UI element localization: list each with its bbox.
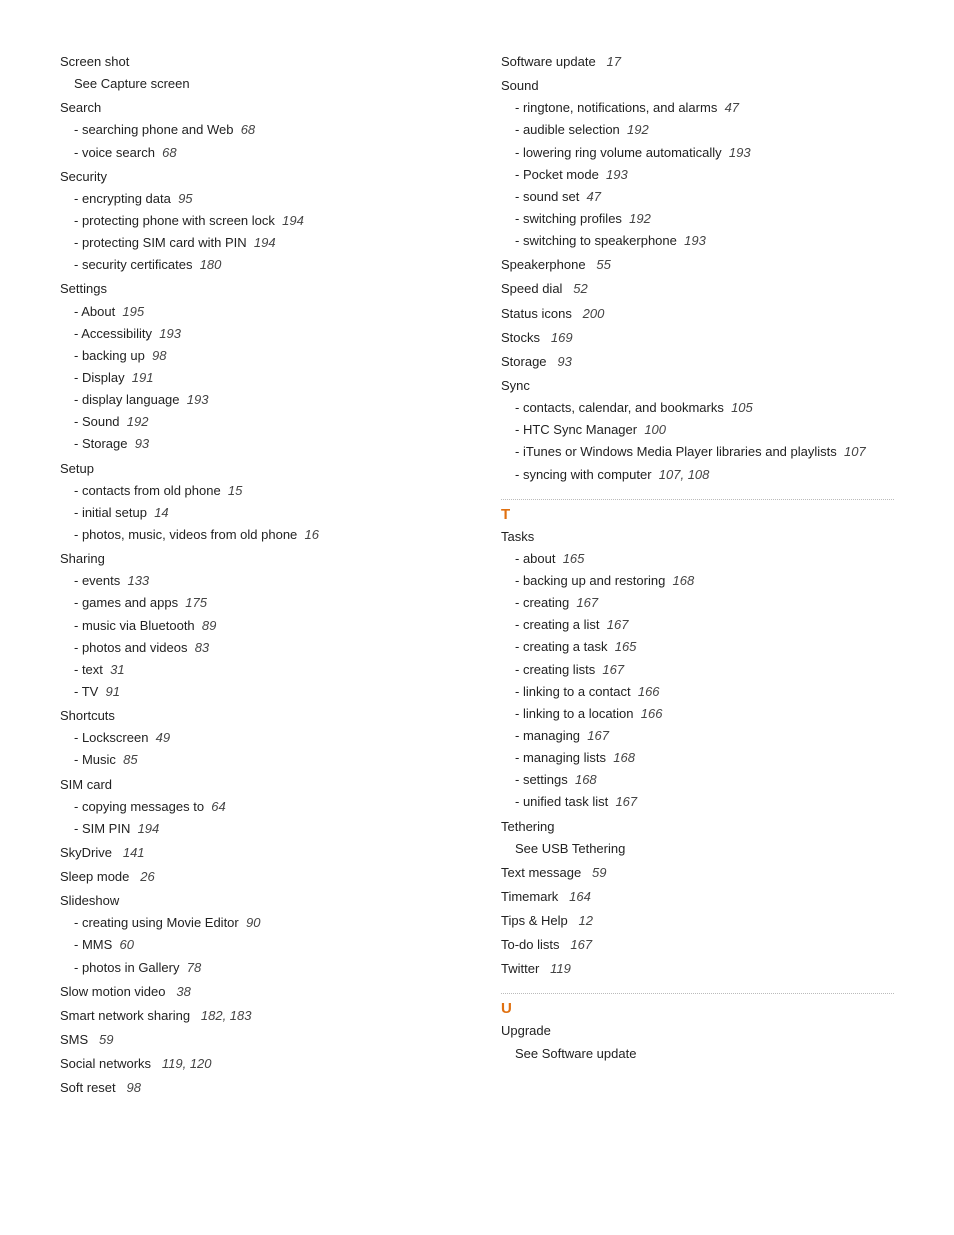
index-entry: Timemark 164 <box>501 887 894 907</box>
index-entry: Screen shot <box>60 52 453 72</box>
index-entry: - lowering ring volume automatically 193 <box>501 143 894 163</box>
index-entry: - switching to speakerphone 193 <box>501 231 894 251</box>
index-entry: - ringtone, notifications, and alarms 47 <box>501 98 894 118</box>
index-entry: Sleep mode 26 <box>60 867 453 887</box>
index-entry: - MMS 60 <box>60 935 453 955</box>
index-entry: - unified task list 167 <box>501 792 894 812</box>
index-entry: Upgrade <box>501 1021 894 1041</box>
index-entry: Slow motion video 38 <box>60 982 453 1002</box>
index-entry: - initial setup 14 <box>60 503 453 523</box>
index-entry: Status icons 200 <box>501 304 894 324</box>
index-entry: - TV 91 <box>60 682 453 702</box>
index-entry: See Capture screen <box>60 74 453 94</box>
index-entry: - sound set 47 <box>501 187 894 207</box>
page: Screen shotSee Capture screen Search- sea… <box>0 0 954 1140</box>
index-entry: - Accessibility 193 <box>60 324 453 344</box>
section-letter: T <box>501 499 894 523</box>
index-entry: Speakerphone 55 <box>501 255 894 275</box>
index-entry: See Software update <box>501 1044 894 1064</box>
index-entry: - creating 167 <box>501 593 894 613</box>
index-entry: Sharing <box>60 549 453 569</box>
index-entry: - protecting phone with screen lock 194 <box>60 211 453 231</box>
index-entry: Security <box>60 167 453 187</box>
index-entry: - linking to a contact 166 <box>501 682 894 702</box>
index-entry: - text 31 <box>60 660 453 680</box>
index-entry: - creating a list 167 <box>501 615 894 635</box>
index-entry: - Music 85 <box>60 750 453 770</box>
index-entry: Slideshow <box>60 891 453 911</box>
index-entry: Software update 17 <box>501 52 894 72</box>
index-entry: - Sound 192 <box>60 412 453 432</box>
index-entry: - photos in Gallery 78 <box>60 958 453 978</box>
index-entry: Stocks 169 <box>501 328 894 348</box>
index-entry: - games and apps 175 <box>60 593 453 613</box>
index-entry: Social networks 119, 120 <box>60 1054 453 1074</box>
index-entry: Setup <box>60 459 453 479</box>
index-entry: - security certificates 180 <box>60 255 453 275</box>
index-entry: - managing lists 168 <box>501 748 894 768</box>
index-entry: Sync <box>501 376 894 396</box>
index-entry: - music via Bluetooth 89 <box>60 616 453 636</box>
index-entry: - creating lists 167 <box>501 660 894 680</box>
index-columns: Screen shotSee Capture screen Search- sea… <box>60 48 894 1100</box>
index-entry: Speed dial 52 <box>501 279 894 299</box>
index-entry: - About 195 <box>60 302 453 322</box>
index-entry: - searching phone and Web 68 <box>60 120 453 140</box>
index-entry: - iTunes or Windows Media Player librari… <box>501 442 894 462</box>
index-entry: SIM card <box>60 775 453 795</box>
index-entry: - about 165 <box>501 549 894 569</box>
index-entry: - linking to a location 166 <box>501 704 894 724</box>
index-entry: - photos, music, videos from old phone 1… <box>60 525 453 545</box>
index-entry: - contacts from old phone 15 <box>60 481 453 501</box>
index-entry: SMS 59 <box>60 1030 453 1050</box>
index-entry: - settings 168 <box>501 770 894 790</box>
index-entry: Shortcuts <box>60 706 453 726</box>
index-entry: Twitter 119 <box>501 959 894 979</box>
index-entry: Tasks <box>501 527 894 547</box>
index-entry: Tips & Help 12 <box>501 911 894 931</box>
index-entry: - events 133 <box>60 571 453 591</box>
index-entry: - Display 191 <box>60 368 453 388</box>
index-entry: - Pocket mode 193 <box>501 165 894 185</box>
index-entry: Tethering <box>501 817 894 837</box>
index-entry: SkyDrive 141 <box>60 843 453 863</box>
left-column: Screen shotSee Capture screen Search- sea… <box>60 48 453 1100</box>
index-entry: - backing up and restoring 168 <box>501 571 894 591</box>
index-entry: - audible selection 192 <box>501 120 894 140</box>
index-entry: - HTC Sync Manager 100 <box>501 420 894 440</box>
index-entry: - encrypting data 95 <box>60 189 453 209</box>
index-entry: Search <box>60 98 453 118</box>
index-entry: - syncing with computer 107, 108 <box>501 465 894 485</box>
index-entry: - managing 167 <box>501 726 894 746</box>
index-entry: - SIM PIN 194 <box>60 819 453 839</box>
index-entry: Sound <box>501 76 894 96</box>
index-entry: - creating using Movie Editor 90 <box>60 913 453 933</box>
index-entry: - Lockscreen 49 <box>60 728 453 748</box>
index-entry: Smart network sharing 182, 183 <box>60 1006 453 1026</box>
index-entry: To-do lists 167 <box>501 935 894 955</box>
index-entry: Soft reset 98 <box>60 1078 453 1098</box>
index-entry: - voice search 68 <box>60 143 453 163</box>
index-entry: - creating a task 165 <box>501 637 894 657</box>
index-entry: - contacts, calendar, and bookmarks 105 <box>501 398 894 418</box>
index-entry: - protecting SIM card with PIN 194 <box>60 233 453 253</box>
index-entry: - switching profiles 192 <box>501 209 894 229</box>
index-entry: Storage 93 <box>501 352 894 372</box>
index-entry: See USB Tethering <box>501 839 894 859</box>
index-entry: - display language 193 <box>60 390 453 410</box>
index-entry: Text message 59 <box>501 863 894 883</box>
right-column: Software update 17 Sound- ringtone, notif… <box>501 48 894 1100</box>
index-entry: - photos and videos 83 <box>60 638 453 658</box>
section-letter: U <box>501 993 894 1017</box>
index-entry: Settings <box>60 279 453 299</box>
index-entry: - backing up 98 <box>60 346 453 366</box>
index-entry: - Storage 93 <box>60 434 453 454</box>
index-entry: - copying messages to 64 <box>60 797 453 817</box>
